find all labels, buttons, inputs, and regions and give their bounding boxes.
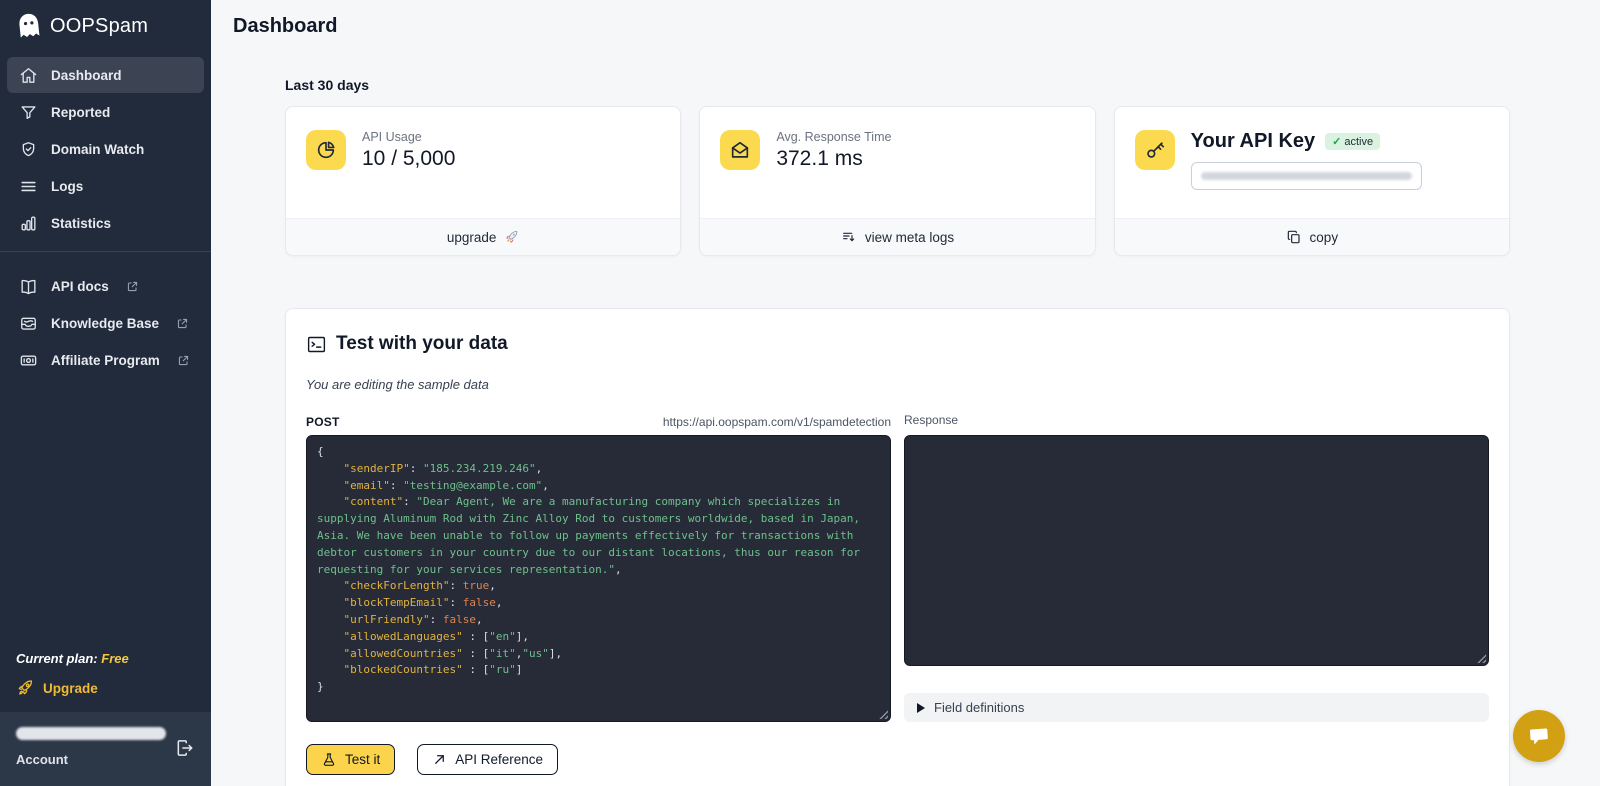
external-link-icon bbox=[177, 354, 190, 367]
account-link[interactable]: Account bbox=[16, 752, 195, 767]
api-usage-card: API Usage 10 / 5,000 upgrade bbox=[285, 106, 681, 256]
sidebar-item-logs[interactable]: Logs bbox=[7, 168, 204, 204]
external-link-icon bbox=[176, 317, 189, 330]
card-label: Avg. Response Time bbox=[776, 130, 891, 144]
current-plan-value: Free bbox=[101, 651, 128, 666]
expand-arrow-icon bbox=[917, 703, 925, 713]
sidebar-item-api-docs[interactable]: API docs bbox=[7, 268, 204, 304]
account-panel: Account bbox=[0, 712, 211, 786]
logo: OOPSpam bbox=[0, 0, 211, 50]
envelope-open-icon bbox=[720, 130, 760, 170]
terminal-icon bbox=[306, 334, 327, 355]
view-meta-logs-action[interactable]: view meta logs bbox=[700, 218, 1094, 255]
pie-chart-icon bbox=[306, 130, 346, 170]
external-link-icon bbox=[126, 280, 139, 293]
resize-handle[interactable] bbox=[877, 708, 888, 719]
key-icon bbox=[1135, 130, 1175, 170]
sidebar-divider bbox=[0, 251, 211, 252]
account-email-redacted bbox=[16, 727, 166, 740]
sidebar-item-label: Reported bbox=[51, 105, 110, 120]
sidebar-item-label: Dashboard bbox=[51, 68, 122, 83]
api-key-field[interactable] bbox=[1191, 162, 1422, 190]
flask-icon bbox=[321, 752, 337, 768]
sidebar: OOPSpam Dashboard Reported Domain Watch … bbox=[0, 0, 211, 786]
api-reference-button[interactable]: API Reference bbox=[417, 744, 558, 775]
app-root: OOPSpam Dashboard Reported Domain Watch … bbox=[0, 0, 1600, 786]
sidebar-item-statistics[interactable]: Statistics bbox=[7, 205, 204, 241]
current-plan-prefix: Current plan: bbox=[16, 651, 98, 666]
book-icon bbox=[19, 277, 38, 296]
banknote-icon bbox=[19, 351, 38, 370]
request-code[interactable]: { "senderIP": "185.234.219.246", "email"… bbox=[307, 436, 890, 704]
logo-text: OOPSpam bbox=[50, 15, 148, 38]
meta-logs-icon bbox=[841, 229, 857, 245]
home-icon bbox=[19, 66, 38, 85]
logout-icon[interactable] bbox=[175, 738, 195, 758]
status-badge: ✓ active bbox=[1325, 133, 1380, 150]
sidebar-item-knowledge-base[interactable]: Knowledge Base bbox=[7, 305, 204, 341]
card-value: 10 / 5,000 bbox=[362, 147, 455, 171]
card-value: 372.1 ms bbox=[776, 147, 891, 171]
page-title: Dashboard bbox=[211, 0, 1600, 38]
inbox-icon bbox=[19, 314, 38, 333]
bar-chart-icon bbox=[19, 214, 38, 233]
sidebar-item-label: Statistics bbox=[51, 216, 111, 231]
response-time-card: Avg. Response Time 372.1 ms view meta lo… bbox=[699, 106, 1095, 256]
upgrade-action[interactable]: upgrade bbox=[286, 218, 680, 255]
test-panel: Test with your data You are editing the … bbox=[285, 308, 1510, 786]
resize-handle[interactable] bbox=[1475, 652, 1486, 663]
api-key-title: Your API Key bbox=[1191, 130, 1315, 153]
sidebar-item-label: Affiliate Program bbox=[51, 353, 160, 368]
sidebar-item-domain-watch[interactable]: Domain Watch bbox=[7, 131, 204, 167]
method-label: POST bbox=[306, 415, 339, 429]
api-reference-label: API Reference bbox=[455, 752, 543, 767]
view-meta-logs-label: view meta logs bbox=[865, 230, 954, 245]
rocket-emoji-icon bbox=[504, 230, 519, 245]
ghost-logo-icon bbox=[13, 10, 46, 43]
response-label: Response bbox=[904, 413, 958, 427]
sidebar-item-label: Logs bbox=[51, 179, 83, 194]
sample-data-note: You are editing the sample data bbox=[306, 377, 1489, 392]
copy-icon bbox=[1286, 229, 1302, 245]
current-plan: Current plan: Free bbox=[0, 651, 211, 666]
test-it-label: Test it bbox=[345, 752, 380, 767]
test-panel-title: Test with your data bbox=[336, 333, 508, 355]
copy-action[interactable]: copy bbox=[1115, 218, 1509, 255]
response-output[interactable] bbox=[904, 435, 1489, 666]
menu-lines-icon bbox=[19, 177, 38, 196]
sidebar-item-reported[interactable]: Reported bbox=[7, 94, 204, 130]
field-definitions-toggle[interactable]: Field definitions bbox=[904, 693, 1489, 722]
field-definitions-label: Field definitions bbox=[934, 700, 1024, 715]
status-badge-label: active bbox=[1344, 136, 1373, 148]
upgrade-link[interactable]: Upgrade bbox=[0, 679, 211, 697]
sidebar-nav: Dashboard Reported Domain Watch Logs Sta… bbox=[0, 56, 211, 242]
rocket-icon bbox=[16, 679, 34, 697]
copy-label: copy bbox=[1310, 230, 1339, 245]
funnel-icon bbox=[19, 103, 38, 122]
endpoint-url: https://api.oopspam.com/v1/spamdetection bbox=[663, 415, 891, 429]
period-label: Last 30 days bbox=[285, 77, 1510, 93]
sidebar-item-label: API docs bbox=[51, 279, 109, 294]
check-icon: ✓ bbox=[1332, 135, 1341, 148]
sidebar-item-label: Knowledge Base bbox=[51, 316, 159, 331]
api-key-card: Your API Key ✓ active bbox=[1114, 106, 1510, 256]
arrow-up-right-icon bbox=[432, 752, 447, 767]
chat-bubble-icon bbox=[1525, 722, 1553, 750]
sidebar-item-dashboard[interactable]: Dashboard bbox=[7, 57, 204, 93]
stats-cards: API Usage 10 / 5,000 upgrade bbox=[285, 106, 1510, 256]
main-content: Dashboard Last 30 days API Usage 10 / 5,… bbox=[211, 0, 1600, 786]
test-it-button[interactable]: Test it bbox=[306, 744, 395, 775]
request-editor[interactable]: { "senderIP": "185.234.219.246", "email"… bbox=[306, 435, 891, 722]
upgrade-action-label: upgrade bbox=[447, 230, 497, 245]
upgrade-label: Upgrade bbox=[43, 681, 98, 696]
sidebar-item-label: Domain Watch bbox=[51, 142, 144, 157]
shield-check-icon bbox=[19, 140, 38, 159]
sidebar-external-nav: API docs Knowledge Base Affiliate Progra… bbox=[0, 267, 211, 379]
chat-widget-button[interactable] bbox=[1513, 710, 1565, 762]
sidebar-item-affiliate-program[interactable]: Affiliate Program bbox=[7, 342, 204, 378]
card-label: API Usage bbox=[362, 130, 455, 144]
api-key-redacted-value bbox=[1201, 172, 1412, 180]
